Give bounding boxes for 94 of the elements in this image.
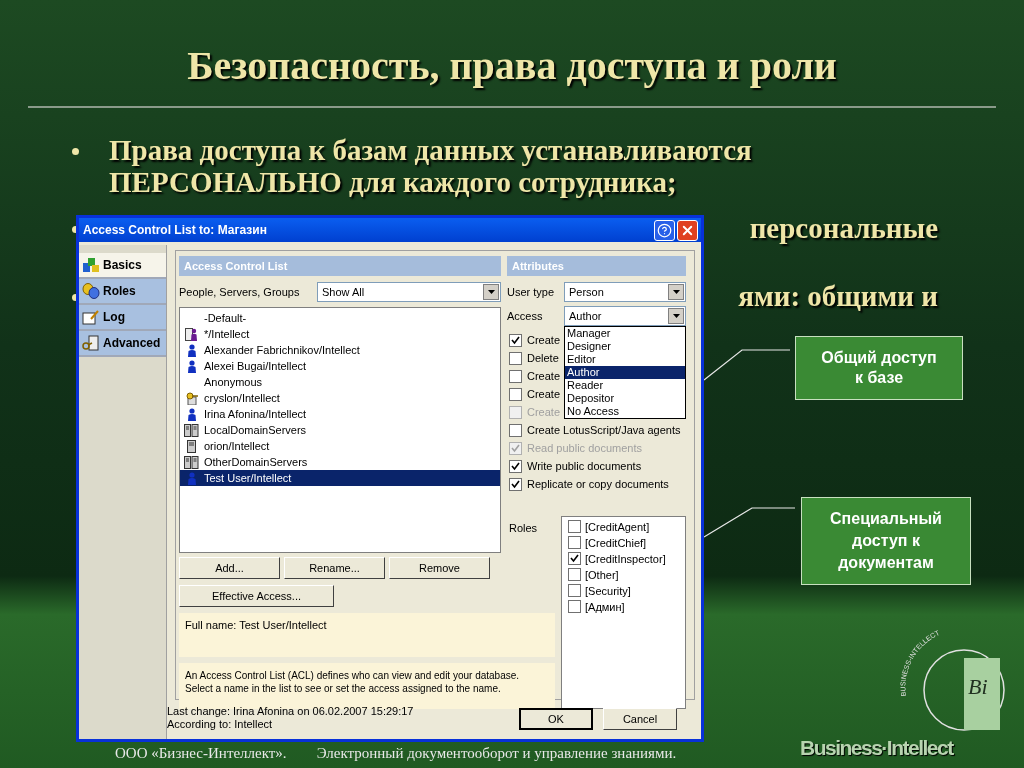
role-label: [Other] [585,567,619,583]
checkbox[interactable] [509,333,522,347]
role-label: [Админ] [585,599,625,615]
notebook-icon [82,309,100,325]
checkbox-label: Create [527,368,561,384]
checkbox-label: Create [527,404,561,420]
logo-wordmark: Business·Intellect [800,735,953,761]
checkbox[interactable] [568,568,581,582]
checkbox[interactable] [568,520,581,534]
bullet-text: Права доступа к базам данных устанавливаются ПЕРСОНАЛЬНО для каждого сотрудника; [109,134,753,198]
person-icon [186,359,197,373]
dropdown-option[interactable]: Designer [565,340,685,353]
section-header: Attributes [507,256,686,276]
window-title: Access Control List to: Магазин [83,222,268,239]
checkbox[interactable] [568,584,581,598]
dropdown-option[interactable]: Manager [565,327,685,340]
callout-box: Специальный доступ к документам [801,497,971,585]
blocks-icon [82,257,100,273]
slide-title: Безопасность, права доступа и роли [186,42,838,90]
checkbox[interactable] [509,477,522,491]
checkbox-label: Read public documents [527,440,642,456]
checkbox-label: Create LotusScript/Java agents [527,422,681,438]
acl-entry[interactable]: Alexei Bugai/Intellect [180,358,500,374]
access-select[interactable]: Author [564,306,686,326]
checkbox[interactable] [568,552,581,566]
role-label: [CreditChief] [585,535,647,551]
acl-entry[interactable]: Test User/Intellect [180,470,500,486]
servers-icon [184,423,199,437]
dialog-button[interactable]: OK [519,708,593,730]
checkbox-label: Create [527,332,561,348]
user-type-select[interactable]: Person [564,282,686,302]
group-icon [184,327,199,341]
dialog-button[interactable]: Add... [179,557,280,579]
person-icon [186,407,197,421]
checkbox[interactable] [509,369,522,383]
bullet-text: ями: общими и [738,280,938,312]
acl-entry[interactable]: -Default- [180,310,500,326]
checkbox[interactable] [509,351,522,365]
according-to-text: According to: Intellect [167,718,274,731]
field-label: Access [507,308,543,324]
dialog-button[interactable]: Cancel [603,708,677,730]
filter-select[interactable]: Show All [317,282,501,302]
checkbox[interactable] [509,459,522,473]
acl-entry[interactable]: */Intellect [180,326,500,342]
sidebar-tab[interactable]: Basics [79,253,166,279]
dropdown-option[interactable]: No Access [565,405,685,418]
footer-tagline: Электронный документооборот и управление знаниями. [316,743,677,763]
field-label: Roles [509,521,538,534]
checkbox-label: Replicate or copy documents [527,476,669,492]
sidebar-tab[interactable]: Advanced [79,331,166,357]
role-label: [CreditInspector] [585,551,666,567]
dropdown-option[interactable]: Depositor [565,392,685,405]
acl-entry[interactable]: OtherDomainServers [180,454,500,470]
sidebar-tab[interactable]: Log [79,305,166,331]
dropdown-option[interactable]: Author [565,366,685,379]
close-button[interactable] [677,219,698,241]
dialog-button[interactable]: Effective Access... [179,585,334,607]
servers-icon [184,455,199,469]
acl-entry[interactable]: Alexander Fabrichnikov/Intellect [180,342,500,358]
bullet-text: персональные [749,212,938,244]
field-label: User type [507,284,555,300]
help-button[interactable] [654,219,675,241]
acl-entry[interactable]: cryslon/Intellect [180,390,500,406]
key-server-icon [184,391,199,405]
person-icon [186,471,197,485]
help-icon [657,222,672,238]
checkbox-label: Write public documents [527,458,642,474]
dropdown-option[interactable]: Editor [565,353,685,366]
person-icon [186,343,197,357]
server-icon [187,439,196,453]
checkbox[interactable] [509,423,522,437]
dropdown-option[interactable]: Reader [565,379,685,392]
checkbox[interactable] [568,536,581,550]
checkbox-label: Create [527,386,561,402]
masks-icon [82,283,100,299]
checkbox[interactable] [509,387,522,401]
footer-company: ООО «Бизнес-Интеллект». [115,743,287,763]
acl-entry[interactable]: Anonymous [180,374,500,390]
bullet-icon [72,148,79,155]
sidebar-tab[interactable]: Roles [79,279,166,305]
acl-entry[interactable]: orion/Intellect [180,438,500,454]
acl-entry[interactable]: LocalDomainServers [180,422,500,438]
role-label: [CreditAgent] [585,519,650,535]
role-label: [Security] [585,583,631,599]
dialog-button[interactable]: Remove [389,557,490,579]
full-name-text: Full name: Test User/Intellect [185,619,327,631]
acl-entry[interactable]: Irina Afonina/Intellect [180,406,500,422]
callout-box: Общий доступ к базе [795,336,963,400]
field-label: People, Servers, Groups [179,284,300,300]
dialog-button[interactable]: Rename... [284,557,385,579]
key-document-icon [82,335,100,351]
checkbox-label: Delete [527,350,559,366]
checkbox[interactable] [568,600,581,614]
section-header: Access Control List [179,256,501,276]
